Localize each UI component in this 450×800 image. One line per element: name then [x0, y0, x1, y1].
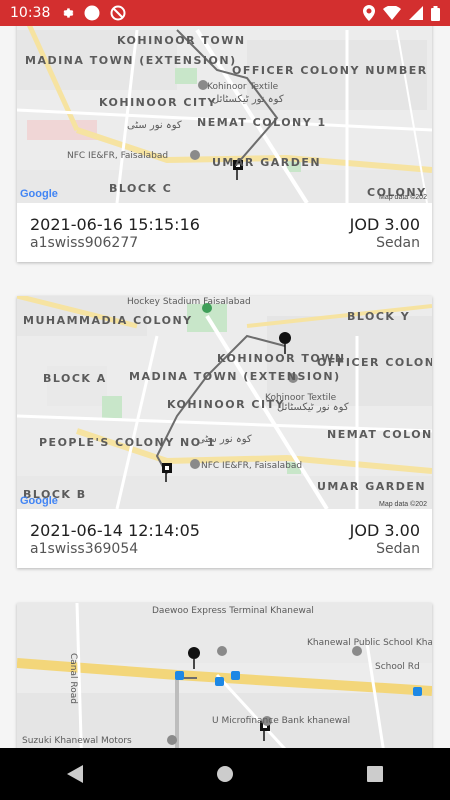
map-poi: Hockey Stadium Faisalabad [127, 297, 251, 307]
map-label: UMAR GARDEN [212, 156, 321, 169]
map-poi: Daewoo Express Terminal Khanewal [152, 606, 314, 616]
home-button[interactable] [195, 754, 255, 794]
battery-icon [431, 5, 440, 21]
back-button[interactable] [45, 754, 105, 794]
map-attribution: Map data ©202 [379, 193, 427, 201]
map-label: NEMAT COLONY 1 [197, 116, 327, 129]
map-urdu-label: کوہ نور ٹیکسٹائل [212, 94, 284, 105]
map-poi: NFC IE&FR, Faisalabad [201, 461, 302, 471]
map-label: KOHINOOR TOWN [117, 34, 246, 47]
map-poi: Khanewal Public School Khanewal [307, 638, 432, 648]
home-icon [217, 766, 233, 782]
map-road: School Rd [375, 662, 420, 672]
ride-route-map: KOHINOOR TOWN MADINA TOWN (EXTENSION) KO… [17, 26, 432, 203]
status-bar: 10:38 [0, 0, 450, 26]
ride-route-map: Daewoo Express Terminal Khanewal Khanewa… [17, 603, 432, 748]
ride-card[interactable]: Daewoo Express Terminal Khanewal Khanewa… [17, 603, 432, 748]
no-sync-icon [110, 5, 126, 21]
map-poi: Kohinoor Textile [207, 82, 279, 92]
map-poi: U Microfinance Bank khanewal [212, 716, 350, 726]
map-label: OFFICER COLONY NUMBER 1 [317, 356, 432, 369]
ride-card[interactable]: KOHINOOR TOWN MADINA TOWN (EXTENSION) KO… [17, 26, 432, 262]
ride-vehicle-type: Sedan [376, 235, 420, 251]
map-road: Canal Road [68, 653, 78, 704]
ride-price: JOD 3.00 [349, 521, 420, 540]
wifi-icon [383, 6, 401, 20]
map-urdu-label: کوہ نور سٹی [127, 120, 182, 131]
map-label: PEOPLE'S COLONY NO 1 [39, 436, 216, 449]
map-label: UMAR GARDEN [317, 480, 426, 493]
map-label: NEMAT COLONY 1 [327, 428, 432, 441]
gear-icon [60, 6, 74, 20]
map-label: BLOCK A [43, 372, 107, 385]
map-label: BLOCK C [109, 182, 172, 195]
map-label: KOHINOOR CITY [99, 96, 217, 109]
ride-id: a1swiss906277 [30, 235, 139, 251]
map-urdu-label: کوہ نور ٹیکسٹائل [277, 402, 349, 413]
map-label: MADINA TOWN (EXTENSION) [129, 370, 341, 383]
recents-button[interactable] [345, 754, 405, 794]
map-label: MUHAMMADIA COLONY [23, 314, 193, 327]
map-label: BLOCK Y [347, 310, 410, 323]
ride-date: 2021-06-14 12:14:05 [30, 521, 200, 540]
map-label: MADINA TOWN (EXTENSION) [25, 54, 237, 67]
ride-price: JOD 3.00 [349, 215, 420, 234]
location-icon [363, 5, 375, 21]
ride-card[interactable]: MUHAMMADIA COLONY BLOCK Y KOHINOOR TOWN … [17, 296, 432, 568]
map-attribution: Map data ©202 [379, 500, 427, 508]
ride-vehicle-type: Sedan [376, 541, 420, 557]
back-icon [67, 765, 83, 783]
google-logo: Google [20, 495, 58, 507]
signal-icon [409, 6, 423, 20]
recents-icon [367, 766, 383, 782]
map-label: OFFICER COLONY NUMBER 1 [232, 64, 432, 77]
status-time: 10:38 [10, 5, 51, 21]
ride-route-map: MUHAMMADIA COLONY BLOCK Y KOHINOOR TOWN … [17, 296, 432, 509]
google-logo: Google [20, 188, 58, 200]
ride-history-list[interactable]: KOHINOOR TOWN MADINA TOWN (EXTENSION) KO… [0, 26, 450, 748]
ride-id: a1swiss369054 [30, 541, 139, 557]
ride-date: 2021-06-16 15:15:16 [30, 215, 200, 234]
map-urdu-label: کوہ نور سٹی [197, 434, 252, 445]
circle-icon [84, 5, 100, 21]
navigation-bar [0, 748, 450, 800]
map-poi: NFC IE&FR, Faisalabad [67, 151, 168, 161]
map-poi: Suzuki Khanewal Motors [22, 736, 132, 746]
